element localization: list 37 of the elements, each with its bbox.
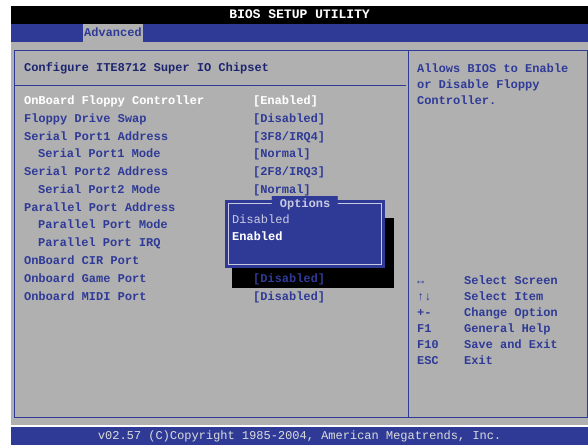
setting-label[interactable]: Parallel Port Address: [24, 200, 176, 215]
section-title: Configure ITE8712 Super IO Chipset: [24, 60, 269, 77]
key-label: ↔: [417, 272, 426, 290]
key-description: Change Option: [464, 304, 558, 322]
setting-label[interactable]: Serial Port1 Mode: [38, 147, 160, 162]
setting-label[interactable]: Onboard MIDI Port: [24, 290, 146, 304]
key-description: Exit: [464, 352, 493, 370]
setting-value[interactable]: [3F8/IRQ4]: [253, 128, 408, 146]
key-label: +-: [417, 304, 432, 322]
setting-label[interactable]: Parallel Port Mode: [38, 218, 168, 232]
setting-value[interactable]: [2F8/IRQ3]: [253, 163, 408, 182]
copyright-text: v02.57 (C)Copyright 1985-2004, American Megatrends, Inc.: [98, 428, 502, 445]
key-description: Select Item: [464, 288, 544, 306]
popup-title: Options: [272, 196, 338, 212]
key-label: F10: [417, 336, 440, 354]
window-title: BIOS SETUP UTILITY: [229, 8, 370, 22]
setting-value[interactable]: [Normal]: [253, 180, 408, 199]
setting-label[interactable]: Serial Port1 Address: [24, 130, 168, 144]
key-label: ESC: [417, 352, 440, 370]
setting-value[interactable]: [Normal]: [253, 145, 408, 164]
popup-option[interactable]: Enabled: [232, 229, 381, 246]
key-label: F1: [417, 320, 432, 338]
setting-label[interactable]: Floppy Drive Swap: [24, 112, 146, 126]
key-description: Save and Exit: [464, 336, 558, 354]
setting-value[interactable]: [Disabled]: [253, 288, 408, 306]
setting-label[interactable]: Parallel Port IRQ: [38, 236, 160, 250]
setting-label[interactable]: OnBoard CIR Port: [24, 254, 140, 268]
key-description: Select Screen: [464, 272, 558, 290]
tab[interactable]: Advanced: [83, 24, 143, 42]
help-text: Allows BIOS to Enable or Disable Floppy Controller.: [417, 60, 570, 109]
setting-label[interactable]: Serial Port2 Address: [24, 165, 168, 180]
setting-label[interactable]: Serial Port2 Mode: [38, 182, 160, 197]
key-description: General Help: [464, 320, 550, 338]
key-label: ↑↓: [417, 288, 432, 306]
setting-value[interactable]: [Disabled]: [253, 110, 408, 128]
popup-option[interactable]: Disabled: [232, 212, 381, 229]
setting-label[interactable]: Onboard Game Port: [24, 272, 146, 286]
